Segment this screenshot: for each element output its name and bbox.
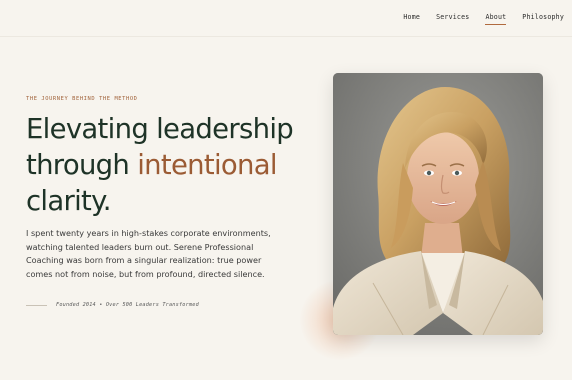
- portrait-illustration: [333, 73, 543, 335]
- headline-line-2-prefix: through: [26, 149, 138, 181]
- nav-link-about[interactable]: About: [485, 13, 507, 25]
- eyebrow-label: The Journey Behind the Method: [26, 96, 138, 102]
- hero-headline: Elevating leadership through intentional…: [26, 111, 326, 219]
- nav-link-philosophy[interactable]: Philosophy: [522, 13, 564, 24]
- meta-text: Founded 2014 • Over 500 Leaders Transfor…: [56, 302, 199, 308]
- headline-line-1: Elevating leadership: [26, 113, 294, 145]
- nav-link-services[interactable]: Services: [436, 13, 469, 24]
- headline-accent-word: intentional: [137, 149, 277, 181]
- hero-body-text: I spent twenty years in high-stakes corp…: [26, 228, 271, 280]
- top-navigation: Home Services About Philosophy: [0, 0, 572, 37]
- founded-meta: Founded 2014 • Over 500 Leaders Transfor…: [26, 302, 199, 308]
- nav-links: Home Services About Philosophy: [403, 13, 564, 25]
- nav-link-home[interactable]: Home: [403, 13, 420, 24]
- headline-line-3: clarity.: [26, 185, 112, 217]
- coach-portrait-photo: [333, 73, 543, 335]
- meta-divider: [26, 304, 47, 306]
- about-page: Home Services About Philosophy The Journ…: [0, 0, 572, 380]
